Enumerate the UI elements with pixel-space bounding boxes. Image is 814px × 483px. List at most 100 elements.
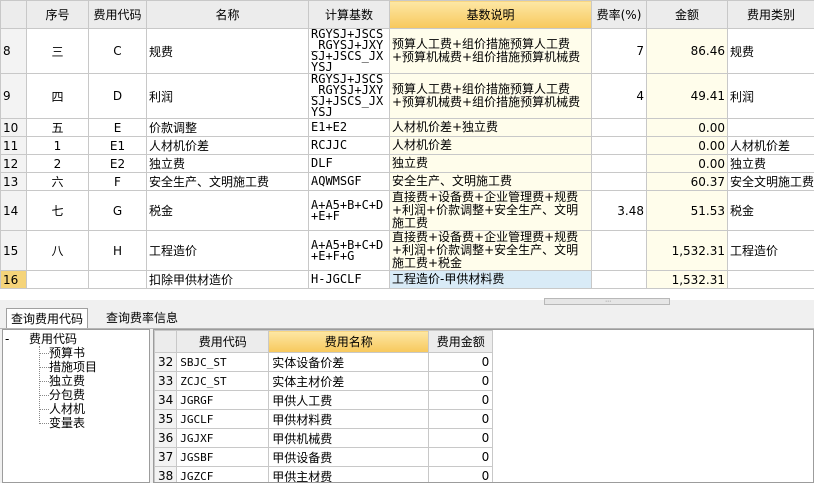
tree-item-variables[interactable]: 变量表 <box>49 416 85 430</box>
header-fee-code[interactable]: 费用代码 <box>176 330 270 353</box>
name-cell[interactable]: 规费 <box>146 28 309 74</box>
fee-amount-cell[interactable]: 0 <box>428 371 494 391</box>
code-cell[interactable]: G <box>88 190 147 231</box>
desc-cell[interactable]: 人材机价差+独立费 <box>389 118 592 137</box>
rate-cell[interactable]: 4 <box>591 73 647 119</box>
fee-amount-cell[interactable]: 0 <box>428 409 494 429</box>
category-cell[interactable]: 独立费 <box>727 154 814 173</box>
row-number[interactable]: 8 <box>0 28 27 74</box>
fee-name-cell[interactable]: 实体主材价差 <box>268 371 430 391</box>
seq-cell[interactable]: 四 <box>26 73 89 119</box>
header-fee-amount[interactable]: 费用金额 <box>428 330 494 353</box>
row-number[interactable]: 11 <box>0 136 27 155</box>
row-number[interactable]: 14 <box>0 190 27 231</box>
code-cell[interactable]: D <box>88 73 147 119</box>
row-number[interactable]: 15 <box>0 230 27 271</box>
seq-cell[interactable]: 七 <box>26 190 89 231</box>
tree-item-budget[interactable]: 预算书 <box>49 346 85 360</box>
desc-cell[interactable]: 预算人工费+组价措施预算人工费+预算机械费+组价措施预算机械费 <box>389 28 592 74</box>
table-row-selected[interactable]: 16 扣除甲供材造价 H-JGCLF 工程造价-甲供材料费 1,532.31 <box>0 270 814 289</box>
table-row[interactable]: 8 三 C 规费 RGYSJ+JSCS_RGYSJ+JXYSJ+JSCS_JXY… <box>0 28 814 74</box>
base-cell[interactable]: A+A5+B+C+D+E+F+G <box>308 230 390 271</box>
rate-cell[interactable] <box>591 154 647 173</box>
table-row[interactable]: 34 JGRGF 甲供人工费 0 <box>154 390 494 410</box>
row-number[interactable]: 10 <box>0 118 27 137</box>
tree-item-labor-material-machine[interactable]: 人材机 <box>49 402 85 416</box>
fee-code-cell[interactable]: SBJC_ST <box>176 352 270 372</box>
code-cell[interactable]: E <box>88 118 147 137</box>
table-row[interactable]: 11 1 E1 人材机价差 RCJJC 人材机价差 0.00 人材机价差 <box>0 136 814 155</box>
category-cell[interactable]: 利润 <box>727 73 814 119</box>
table-row[interactable]: 9 四 D 利润 RGYSJ+JSCS_RGYSJ+JXYSJ+JSCS_JXY… <box>0 73 814 119</box>
fee-name-cell[interactable]: 甲供设备费 <box>268 447 430 467</box>
desc-cell[interactable]: 人材机价差 <box>389 136 592 155</box>
base-cell[interactable]: RGYSJ+JSCS_RGYSJ+JXYSJ+JSCS_JXYSJ <box>308 28 390 74</box>
base-cell[interactable]: E1+E2 <box>308 118 390 137</box>
table-row[interactable]: 38 JGZCF 甲供主材费 0 <box>154 466 494 482</box>
seq-cell[interactable]: 五 <box>26 118 89 137</box>
table-row[interactable]: 14 七 G 税金 A+A5+B+C+D+E+F 直接费+设备费+企业管理费+规… <box>0 190 814 231</box>
row-number[interactable]: 12 <box>0 154 27 173</box>
base-cell[interactable]: RGYSJ+JSCS_RGYSJ+JXYSJ+JSCS_JXYSJ <box>308 73 390 119</box>
base-cell[interactable]: AQWMSGF <box>308 172 390 191</box>
rate-cell[interactable]: 3.48 <box>591 190 647 231</box>
name-cell[interactable]: 税金 <box>146 190 309 231</box>
category-cell[interactable]: 人材机价差 <box>727 136 814 155</box>
table-row[interactable]: 36 JGJXF 甲供机械费 0 <box>154 428 494 448</box>
fee-code-cell[interactable]: JGRGF <box>176 390 270 410</box>
splitter-handle[interactable]: ⋯ <box>544 298 670 305</box>
tree-item-independent-fee[interactable]: 独立费 <box>49 374 85 388</box>
tree-root[interactable]: 费用代码 <box>29 332 77 346</box>
rate-cell[interactable] <box>591 172 647 191</box>
base-cell[interactable]: H-JGCLF <box>308 270 390 289</box>
table-row[interactable]: 15 八 H 工程造价 A+A5+B+C+D+E+F+G 直接费+设备费+企业管… <box>0 230 814 271</box>
name-cell[interactable]: 人材机价差 <box>146 136 309 155</box>
seq-cell[interactable] <box>26 270 89 289</box>
table-row[interactable]: 37 JGSBF 甲供设备费 0 <box>154 447 494 467</box>
tree-item-measures[interactable]: 措施项目 <box>49 360 97 374</box>
fee-name-cell[interactable]: 甲供主材费 <box>268 466 430 482</box>
fee-code-cell[interactable]: JGCLF <box>176 409 270 429</box>
fee-amount-cell[interactable]: 0 <box>428 390 494 410</box>
table-row[interactable]: 10 五 E 价款调整 E1+E2 人材机价差+独立费 0.00 <box>0 118 814 137</box>
category-cell[interactable] <box>727 118 814 137</box>
row-number[interactable]: 35 <box>154 409 178 429</box>
row-number[interactable]: 34 <box>154 390 178 410</box>
base-cell[interactable]: A+A5+B+C+D+E+F <box>308 190 390 231</box>
rate-cell[interactable] <box>591 118 647 137</box>
table-row[interactable]: 35 JGCLF 甲供材料费 0 <box>154 409 494 429</box>
desc-cell[interactable]: 安全生产、文明施工费 <box>389 172 592 191</box>
desc-cell[interactable]: 直接费+设备费+企业管理费+规费+利润+价款调整+安全生产、文明施工费 <box>389 190 592 231</box>
category-cell[interactable]: 安全文明施工费 <box>727 172 814 191</box>
code-cell[interactable]: E2 <box>88 154 147 173</box>
fee-amount-cell[interactable]: 0 <box>428 466 494 482</box>
name-cell[interactable]: 独立费 <box>146 154 309 173</box>
table-row[interactable]: 13 六 F 安全生产、文明施工费 AQWMSGF 安全生产、文明施工费 60.… <box>0 172 814 191</box>
row-number[interactable]: 36 <box>154 428 178 448</box>
table-row[interactable]: 33 ZCJC_ST 实体主材价差 0 <box>154 371 494 391</box>
seq-cell[interactable]: 六 <box>26 172 89 191</box>
header-base[interactable]: 计算基数 <box>308 0 390 29</box>
seq-cell[interactable]: 1 <box>26 136 89 155</box>
code-cell[interactable]: H <box>88 230 147 271</box>
table-row[interactable]: 12 2 E2 独立费 DLF 独立费 0.00 独立费 <box>0 154 814 173</box>
name-cell[interactable]: 工程造价 <box>146 230 309 271</box>
base-cell[interactable]: RCJJC <box>308 136 390 155</box>
fee-amount-cell[interactable]: 0 <box>428 447 494 467</box>
category-cell[interactable]: 税金 <box>727 190 814 231</box>
fee-amount-cell[interactable]: 0 <box>428 352 494 372</box>
base-cell[interactable]: DLF <box>308 154 390 173</box>
tab-query-rate-info[interactable]: 查询费率信息 <box>102 308 182 328</box>
tree-item-subcontract-fee[interactable]: 分包费 <box>49 388 85 402</box>
fee-code-cell[interactable]: ZCJC_ST <box>176 371 270 391</box>
header-rate[interactable]: 费率(%) <box>591 0 647 29</box>
rate-cell[interactable]: 7 <box>591 28 647 74</box>
header-desc[interactable]: 基数说明 <box>389 0 592 29</box>
header-amount[interactable]: 金额 <box>646 0 728 29</box>
code-cell[interactable]: E1 <box>88 136 147 155</box>
fee-name-cell[interactable]: 实体设备价差 <box>268 352 430 372</box>
code-cell[interactable]: C <box>88 28 147 74</box>
fee-code-cell[interactable]: JGSBF <box>176 447 270 467</box>
fee-name-cell[interactable]: 甲供材料费 <box>268 409 430 429</box>
desc-cell[interactable]: 直接费+设备费+企业管理费+规费+利润+价款调整+安全生产、文明施工费+税金 <box>389 230 592 271</box>
